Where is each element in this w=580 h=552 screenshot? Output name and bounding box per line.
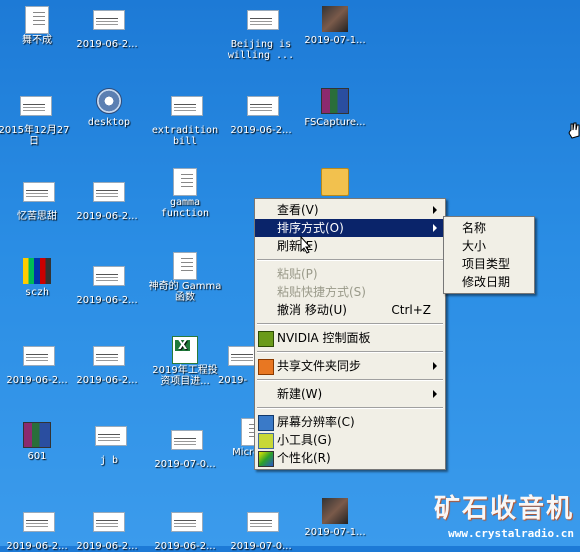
menu-item-shared-folder-sync[interactable]: 共享文件夹同步	[255, 357, 445, 375]
submenu-item-size[interactable]: 大小	[444, 237, 534, 255]
submenu-arrow-icon	[433, 206, 437, 214]
submenu-item-modified-date[interactable]: 修改日期	[444, 273, 534, 291]
desktop-icon[interactable]: 神奇的 Gamma 函数	[148, 252, 222, 303]
desktop-icon[interactable]: desktop	[72, 88, 146, 128]
document-icon	[173, 252, 197, 280]
desktop-icon[interactable]: 2019-06-2...	[70, 6, 144, 50]
gadgets-icon	[258, 433, 274, 449]
submenu-item-type[interactable]: 项目类型	[444, 255, 534, 273]
image-thumbnail-icon	[171, 430, 203, 450]
menu-separator	[257, 407, 443, 409]
menu-separator	[257, 351, 443, 353]
photo-icon	[322, 498, 348, 524]
menu-separator	[257, 379, 443, 381]
photo-icon	[322, 6, 348, 32]
document-icon	[25, 6, 49, 34]
personalize-icon	[258, 451, 274, 467]
desktop-icon[interactable]: 2019-06-2...	[0, 342, 74, 386]
menu-item-refresh[interactable]: 刷新(E)	[255, 237, 445, 255]
screen-resolution-icon	[258, 415, 274, 431]
menu-item-gadgets[interactable]: 小工具(G)	[255, 431, 445, 449]
image-thumbnail-icon	[95, 426, 127, 446]
image-thumbnail-icon	[171, 96, 203, 116]
image-thumbnail-icon	[93, 10, 125, 30]
image-thumbnail-icon	[247, 96, 279, 116]
folder-icon	[321, 168, 349, 196]
image-thumbnail-icon	[23, 512, 55, 532]
desktop-icon[interactable]: 2019-07-1...	[298, 6, 372, 46]
mouse-cursor-icon	[300, 236, 312, 254]
submenu-arrow-icon	[433, 362, 437, 370]
nvidia-icon	[258, 331, 274, 347]
watermark-url: www.crystalradio.cn	[448, 527, 574, 540]
submenu-arrow-icon	[433, 390, 437, 398]
image-thumbnail-icon	[23, 182, 55, 202]
watermark: 矿石收音机 www.crystalradio.cn	[434, 488, 574, 540]
desktop-icon[interactable]: 2019-	[218, 342, 260, 386]
image-thumbnail-icon	[93, 182, 125, 202]
desktop-context-menu: 查看(V) 排序方式(O) 刷新(E) 粘贴(P) 粘贴快捷方式(S) 撤消 移…	[254, 198, 446, 470]
menu-item-view[interactable]: 查看(V)	[255, 201, 445, 219]
desktop-icon[interactable]: 2015年12月27日	[0, 92, 74, 147]
excel-icon	[172, 336, 198, 364]
image-thumbnail-icon	[247, 512, 279, 532]
desktop-icon[interactable]: 601	[0, 422, 74, 462]
desktop-icon[interactable]: 2019-06-2...	[70, 342, 144, 386]
menu-item-new[interactable]: 新建(W)	[255, 385, 445, 403]
desktop-icon[interactable]: 2019-07-0...	[148, 426, 222, 470]
image-thumbnail-icon	[20, 96, 52, 116]
winrar-archive-icon	[321, 88, 349, 114]
image-thumbnail-icon	[247, 10, 279, 30]
desktop-icon[interactable]: 2019-06-2...	[70, 178, 144, 222]
image-thumbnail-icon	[171, 512, 203, 532]
bars-app-icon	[23, 258, 51, 284]
desktop-icon[interactable]: sczh	[0, 258, 74, 298]
desktop-icon[interactable]: 忆苦思甜	[0, 178, 74, 222]
image-thumbnail-icon	[93, 346, 125, 366]
menu-separator	[257, 259, 443, 261]
desktop-icon[interactable]: FSCapture...	[298, 88, 372, 128]
desktop-icon[interactable]: 2019-06-2...	[224, 92, 298, 136]
image-thumbnail-icon	[93, 512, 125, 532]
settings-gear-icon	[96, 88, 122, 114]
menu-item-personalize[interactable]: 个性化(R)	[255, 449, 445, 467]
submenu-item-name[interactable]: 名称	[444, 219, 534, 237]
desktop-icon[interactable]: extradition bill	[148, 92, 222, 147]
desktop-icon[interactable]: 2019-07-0...	[224, 508, 298, 552]
menu-separator	[257, 323, 443, 325]
watermark-title: 矿石收音机	[433, 494, 574, 524]
submenu-arrow-icon	[433, 224, 437, 232]
sort-by-submenu: 名称 大小 项目类型 修改日期	[443, 216, 535, 294]
menu-item-screen-resolution[interactable]: 屏幕分辨率(C)	[255, 413, 445, 431]
menu-item-nvidia-control-panel[interactable]: NVIDIA 控制面板	[255, 329, 445, 347]
image-thumbnail-icon	[93, 266, 125, 286]
desktop-icon[interactable]: 舞不成	[0, 6, 74, 46]
hand-cursor-icon	[568, 122, 580, 139]
desktop-icon[interactable]: 2019年工程投资项目进...	[148, 336, 222, 387]
share-sync-icon	[258, 359, 274, 375]
desktop-icon[interactable]: Beijing is willing ...	[224, 6, 298, 61]
desktop-icon[interactable]: j b	[72, 422, 146, 466]
desktop-icon[interactable]: 2019-06-2...	[0, 508, 74, 552]
menu-item-paste[interactable]: 粘贴(P)	[255, 265, 445, 283]
desktop-icon[interactable]: 2019-06-2...	[70, 508, 144, 552]
document-icon	[173, 168, 197, 196]
menu-item-paste-shortcut[interactable]: 粘贴快捷方式(S)	[255, 283, 445, 301]
menu-item-undo-move[interactable]: 撤消 移动(U) Ctrl+Z	[255, 301, 445, 319]
winrar-archive-icon	[23, 422, 51, 448]
desktop-icon[interactable]: 2019-06-2...	[70, 262, 144, 306]
desktop-icon[interactable]: 2019-07-1...	[298, 498, 372, 538]
image-thumbnail-icon	[23, 346, 55, 366]
desktop-icon[interactable]: gamma function	[148, 168, 222, 219]
menu-item-sort-by[interactable]: 排序方式(O)	[255, 219, 445, 237]
desktop-icon[interactable]: 2019-06-2...	[148, 508, 222, 552]
desktop-icon[interactable]	[300, 168, 370, 197]
